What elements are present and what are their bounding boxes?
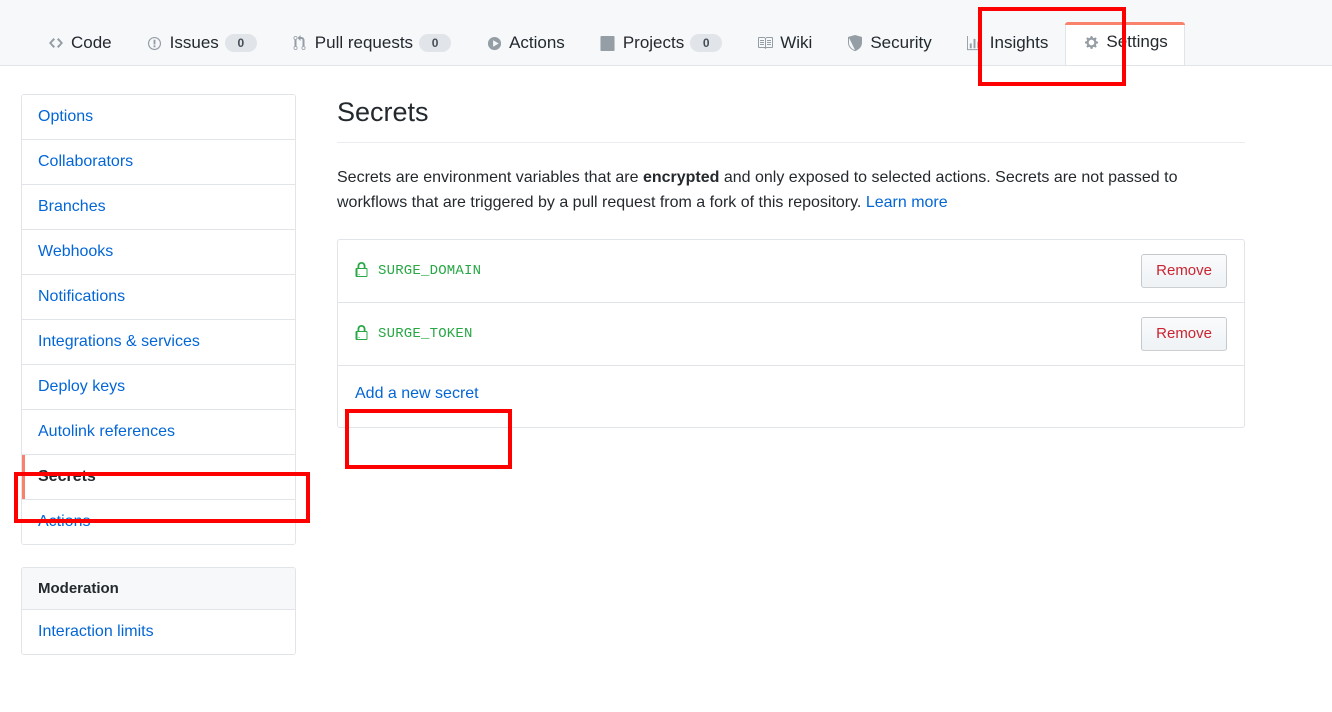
remove-secret-button[interactable]: Remove (1141, 317, 1227, 351)
secrets-description: Secrets are environment variables that a… (337, 165, 1242, 215)
shield-icon (846, 34, 864, 52)
settings-menu: Options Collaborators Branches Webhooks … (21, 94, 296, 545)
book-icon (756, 34, 774, 52)
tab-label: Security (870, 33, 932, 52)
main-content: Secrets Secrets are environment variable… (337, 94, 1245, 428)
secrets-list-box: SURGE_DOMAIN Remove SURGE_TOKEN Remove A… (337, 239, 1245, 428)
git-pull-request-icon (291, 34, 309, 52)
secret-row: SURGE_TOKEN Remove (338, 303, 1244, 366)
secret-name: SURGE_DOMAIN (378, 263, 482, 279)
tab-label: Actions (509, 33, 565, 52)
tab-label: Pull requests (314, 33, 414, 52)
graph-icon (966, 34, 984, 52)
tab-label: Issues (169, 33, 219, 52)
issues-counter: 0 (224, 34, 257, 52)
project-icon (599, 34, 617, 52)
tab-wiki[interactable]: Wiki (739, 23, 829, 65)
issue-opened-icon (146, 34, 164, 52)
repository-nav: Code Issues 0 Pull requests 0 Actions Pr… (0, 0, 1332, 66)
sidebar-item-integrations-services[interactable]: Integrations & services (22, 320, 295, 365)
tab-code[interactable]: Code (30, 23, 129, 65)
moderation-heading: Moderation (22, 568, 295, 610)
page-body: Options Collaborators Branches Webhooks … (0, 66, 1332, 712)
play-icon (485, 34, 503, 52)
tab-pull-requests[interactable]: Pull requests 0 (274, 23, 468, 65)
description-emphasis: encrypted (642, 169, 720, 186)
sidebar-item-secrets[interactable]: Secrets (22, 455, 295, 500)
sidebar-item-deploy-keys[interactable]: Deploy keys (22, 365, 295, 410)
projects-counter: 0 (690, 34, 723, 52)
page-title: Secrets (337, 94, 1245, 143)
lock-icon (355, 262, 371, 280)
pull-requests-counter: 0 (419, 34, 452, 52)
repository-nav-list: Code Issues 0 Pull requests 0 Actions Pr… (30, 13, 1186, 65)
tab-settings[interactable]: Settings (1065, 22, 1186, 65)
tab-insights[interactable]: Insights (949, 23, 1066, 65)
tab-label: Projects (622, 33, 685, 52)
sidebar-item-options[interactable]: Options (22, 95, 295, 140)
sidebar-item-webhooks[interactable]: Webhooks (22, 230, 295, 275)
secret-row: SURGE_DOMAIN Remove (338, 240, 1244, 303)
add-secret-row: Add a new secret (338, 366, 1244, 427)
sidebar-item-interaction-limits[interactable]: Interaction limits (22, 610, 295, 654)
code-icon (47, 34, 65, 52)
lock-icon (355, 325, 371, 343)
sidebar-item-notifications[interactable]: Notifications (22, 275, 295, 320)
remove-secret-button[interactable]: Remove (1141, 254, 1227, 288)
moderation-menu: Moderation Interaction limits (21, 567, 296, 655)
tab-projects[interactable]: Projects 0 (582, 23, 739, 65)
tab-actions[interactable]: Actions (468, 23, 582, 65)
secret-name: SURGE_TOKEN (378, 326, 473, 342)
secret-info: SURGE_DOMAIN (355, 262, 481, 280)
add-new-secret-link[interactable]: Add a new secret (355, 383, 479, 405)
sidebar-item-actions[interactable]: Actions (22, 500, 295, 544)
sidebar-item-autolink-references[interactable]: Autolink references (22, 410, 295, 455)
tab-label: Settings (1106, 32, 1168, 51)
description-part-1: Secrets are environment variables that a… (337, 169, 643, 186)
tab-label: Code (71, 33, 112, 52)
sidebar-item-collaborators[interactable]: Collaborators (22, 140, 295, 185)
tab-label: Wiki (780, 33, 813, 52)
settings-sidebar: Options Collaborators Branches Webhooks … (21, 94, 296, 655)
tab-label: Insights (989, 33, 1049, 52)
tab-issues[interactable]: Issues 0 (129, 23, 274, 65)
learn-more-link[interactable]: Learn more (866, 194, 948, 211)
sidebar-item-branches[interactable]: Branches (22, 185, 295, 230)
secret-info: SURGE_TOKEN (355, 325, 473, 343)
tab-security[interactable]: Security (829, 23, 948, 65)
gear-icon (1082, 33, 1100, 51)
